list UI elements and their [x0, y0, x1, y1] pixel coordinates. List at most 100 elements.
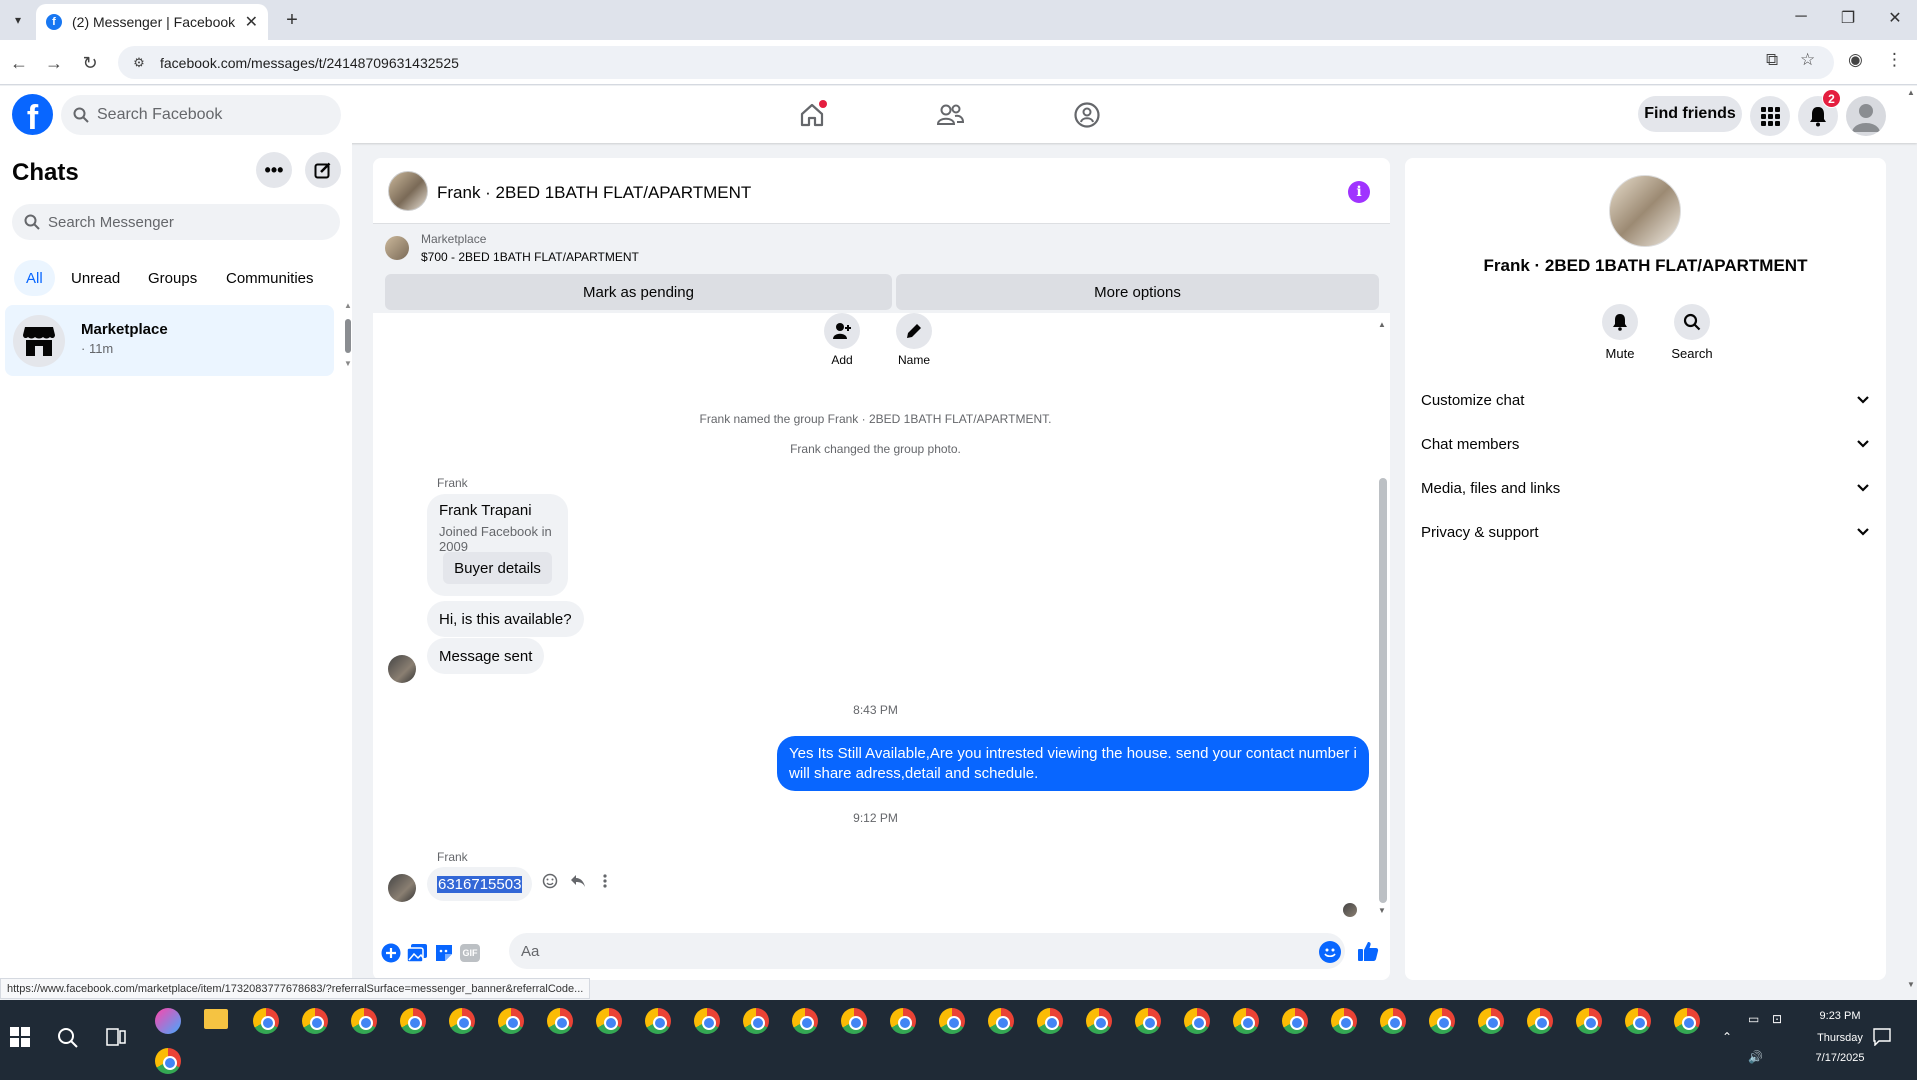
- show-hidden-icons-chevron-icon[interactable]: ⌃: [1722, 1030, 1732, 1044]
- more-options-button[interactable]: More options: [896, 274, 1379, 310]
- taskbar-day[interactable]: Thursday: [1800, 1032, 1880, 1044]
- account-avatar[interactable]: [1846, 96, 1886, 136]
- buyer-name[interactable]: Frank Trapani: [439, 502, 532, 519]
- address-bar[interactable]: ⚙ facebook.com/messages/t/24148709631432…: [118, 46, 1834, 79]
- photo-icon[interactable]: [406, 942, 428, 964]
- gif-icon[interactable]: GIF: [459, 942, 481, 964]
- chat-list-item[interactable]: Marketplace · 11m: [5, 305, 334, 376]
- chrome-taskbar-icon[interactable]: [155, 1048, 181, 1074]
- chats-options-button[interactable]: •••: [256, 152, 292, 188]
- chrome-taskbar-icon[interactable]: [988, 1008, 1014, 1034]
- incoming-message[interactable]: 6316715503: [427, 867, 533, 901]
- sticker-icon[interactable]: [433, 942, 455, 964]
- taskbar-time[interactable]: 9:23 PM: [1800, 1010, 1880, 1022]
- mute-button[interactable]: Mute: [1590, 304, 1650, 361]
- sender-avatar[interactable]: [388, 874, 416, 902]
- chrome-taskbar-icon[interactable]: [351, 1008, 377, 1034]
- chat-members-section[interactable]: Chat members: [1421, 426, 1870, 462]
- sender-avatar[interactable]: [388, 655, 416, 683]
- file-explorer-icon[interactable]: [204, 1009, 228, 1029]
- task-view-icon[interactable]: [106, 1028, 126, 1051]
- messenger-search-input[interactable]: Search Messenger: [12, 204, 340, 240]
- scroll-down-arrow-icon[interactable]: ▼: [344, 359, 352, 368]
- listing-title[interactable]: $700 - 2BED 1BATH FLAT/APARTMENT: [421, 250, 639, 264]
- facebook-search-input[interactable]: Search Facebook: [61, 95, 341, 135]
- tab-search-button[interactable]: ▾: [6, 8, 30, 32]
- more-actions-icon[interactable]: [595, 871, 615, 891]
- windows-start-icon[interactable]: [10, 1027, 30, 1052]
- volume-icon[interactable]: 🔊: [1748, 1050, 1763, 1064]
- react-emoji-icon[interactable]: [540, 871, 560, 891]
- incoming-message[interactable]: Message sent: [427, 638, 545, 674]
- restore-button[interactable]: ❐: [1833, 8, 1863, 28]
- scroll-up-arrow-icon[interactable]: ▲: [1378, 320, 1386, 329]
- chrome-taskbar-icon[interactable]: [694, 1008, 720, 1034]
- chats-scroll-thumb[interactable]: [345, 319, 351, 353]
- chrome-taskbar-icon[interactable]: [939, 1008, 965, 1034]
- browser-menu-icon[interactable]: ⋮: [1886, 50, 1903, 70]
- filter-tab-groups[interactable]: Groups: [136, 260, 209, 296]
- conversation-scrollbar[interactable]: ▲ ▼: [1376, 320, 1388, 921]
- facebook-logo-icon[interactable]: f: [12, 94, 53, 135]
- scroll-down-arrow-icon[interactable]: ▼: [1378, 906, 1386, 915]
- reload-button[interactable]: ↻: [78, 51, 102, 75]
- chrome-taskbar-icon[interactable]: [1135, 1008, 1161, 1034]
- chrome-taskbar-icon[interactable]: [449, 1008, 475, 1034]
- message-input[interactable]: Aa: [509, 933, 1345, 969]
- home-icon[interactable]: [797, 100, 827, 130]
- menu-grid-button[interactable]: [1750, 96, 1790, 136]
- chrome-taskbar-icon[interactable]: [253, 1008, 279, 1034]
- new-tab-button[interactable]: +: [280, 8, 304, 32]
- bookmark-star-icon[interactable]: ☆: [1800, 50, 1815, 70]
- chrome-taskbar-icon[interactable]: [302, 1008, 328, 1034]
- phone-number-selected[interactable]: 6316715503: [437, 875, 523, 893]
- conversation-scroll-thumb[interactable]: [1379, 478, 1387, 903]
- chrome-taskbar-icon[interactable]: [1037, 1008, 1063, 1034]
- outgoing-message[interactable]: Yes Its Still Available,Are you intreste…: [777, 736, 1369, 791]
- search-in-chat-button[interactable]: Search: [1662, 304, 1722, 361]
- chrome-taskbar-icon[interactable]: [1576, 1008, 1602, 1034]
- info-icon[interactable]: i: [1348, 181, 1370, 203]
- groups-icon[interactable]: [1072, 100, 1102, 130]
- chrome-taskbar-icon[interactable]: [596, 1008, 622, 1034]
- chrome-taskbar-icon[interactable]: [1478, 1008, 1504, 1034]
- search-icon[interactable]: [57, 1027, 79, 1054]
- chrome-taskbar-icon[interactable]: [1331, 1008, 1357, 1034]
- page-scrollbar[interactable]: ▲ ▼: [1905, 86, 1917, 993]
- chrome-taskbar-icon[interactable]: [400, 1008, 426, 1034]
- group-photo[interactable]: [388, 171, 428, 211]
- close-window-button[interactable]: ✕: [1880, 8, 1910, 28]
- notification-center-icon[interactable]: [1873, 1028, 1891, 1051]
- chrome-taskbar-icon[interactable]: [890, 1008, 916, 1034]
- browser-tab-active[interactable]: f (2) Messenger | Facebook ✕: [36, 4, 268, 40]
- chrome-taskbar-icon[interactable]: [1674, 1008, 1700, 1034]
- customize-chat-section[interactable]: Customize chat: [1421, 382, 1870, 418]
- chrome-taskbar-icon[interactable]: [1527, 1008, 1553, 1034]
- chrome-taskbar-icon[interactable]: [547, 1008, 573, 1034]
- chrome-taskbar-icon[interactable]: [1086, 1008, 1112, 1034]
- site-settings-icon[interactable]: ⚙: [130, 54, 148, 72]
- chrome-taskbar-icon[interactable]: [792, 1008, 818, 1034]
- chrome-taskbar-icon[interactable]: [743, 1008, 769, 1034]
- scroll-down-arrow-icon[interactable]: ▼: [1907, 980, 1915, 989]
- meet-now-icon[interactable]: ▭: [1748, 1012, 1759, 1026]
- add-people-action[interactable]: Add: [812, 313, 872, 367]
- chrome-taskbar-icon[interactable]: [645, 1008, 671, 1034]
- filter-tab-unread[interactable]: Unread: [59, 260, 132, 296]
- minimize-button[interactable]: ─: [1786, 8, 1816, 26]
- back-button[interactable]: ←: [7, 51, 31, 75]
- reply-icon[interactable]: [568, 871, 588, 891]
- profile-icon[interactable]: ◉: [1848, 50, 1863, 70]
- media-files-links-section[interactable]: Media, files and links: [1421, 470, 1870, 506]
- forward-button[interactable]: →: [42, 51, 66, 75]
- close-tab-icon[interactable]: ✕: [245, 12, 258, 32]
- emoji-icon[interactable]: [1319, 941, 1341, 963]
- install-app-icon[interactable]: ⧉: [1766, 50, 1778, 70]
- chrome-taskbar-icon[interactable]: [1233, 1008, 1259, 1034]
- new-message-button[interactable]: [305, 152, 341, 188]
- filter-tab-communities[interactable]: Communities: [214, 260, 326, 296]
- network-icon[interactable]: ⊡: [1772, 1012, 1782, 1026]
- thumbs-up-icon[interactable]: [1357, 940, 1379, 962]
- chrome-taskbar-icon[interactable]: [1282, 1008, 1308, 1034]
- chrome-taskbar-icon[interactable]: [1625, 1008, 1651, 1034]
